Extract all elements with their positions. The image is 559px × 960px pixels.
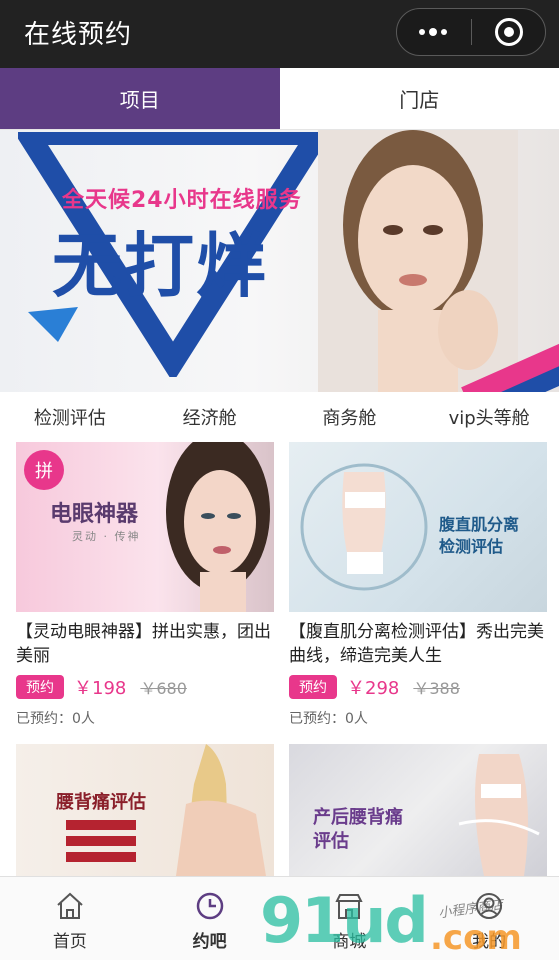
home-icon xyxy=(53,889,87,923)
watermark-logo: 91ud xyxy=(260,884,429,957)
booked-count: 已预约：0人 xyxy=(289,711,368,727)
promo-banner[interactable]: 全天候24小时在线服务 无打烊 xyxy=(0,130,559,392)
category-row: 检测评估 经济舱 商务舱 vip头等舱 xyxy=(0,392,559,442)
close-target-icon[interactable] xyxy=(495,18,523,46)
list-line xyxy=(66,852,136,862)
book-badge[interactable]: 预约 xyxy=(16,675,64,699)
category-business[interactable]: 商务舱 xyxy=(280,392,420,442)
price-row: 预约 ￥298 ￥388 xyxy=(289,674,547,700)
body-figure xyxy=(300,463,428,591)
group-buy-badge: 拼 xyxy=(24,450,64,490)
more-icon[interactable] xyxy=(397,9,469,54)
model-portrait xyxy=(318,130,518,392)
tabbar-label: 约吧 xyxy=(192,932,227,952)
tabbar-item-booking[interactable]: 约吧 xyxy=(140,877,280,960)
list-line xyxy=(66,820,136,830)
product-image-title: 电眼神器 xyxy=(50,502,139,527)
capsule-divider xyxy=(471,19,472,45)
product-name: 【腹直肌分离检测评估】秀出完美曲线，缔造完美人生 xyxy=(289,622,544,666)
tabbar-item-home[interactable]: 首页 xyxy=(0,877,140,960)
category-economy[interactable]: 经济舱 xyxy=(140,392,280,442)
product-image-subtitle: 灵动 · 传神 xyxy=(72,530,141,543)
price-row: 预约 ￥198 ￥680 xyxy=(16,674,274,700)
product-image-title: 腰背痛评估 xyxy=(56,792,146,813)
product-image-title: 腹直肌分离 检测评估 xyxy=(439,515,520,556)
product-card[interactable]: 拼 电眼神器 灵动 · 传神 【灵动电眼神器】拼出实惠，团出美丽 预约 ￥198… xyxy=(16,442,274,728)
original-price: ￥388 xyxy=(413,679,460,698)
list-line xyxy=(66,836,136,846)
product-card[interactable]: 腹直肌分离 检测评估 【腹直肌分离检测评估】秀出完美曲线，缔造完美人生 预约 ￥… xyxy=(289,442,547,728)
product-image: 腰背痛评估 xyxy=(16,744,274,876)
model-portrait xyxy=(166,442,270,612)
navigation-bar: 在线预约 xyxy=(0,0,559,68)
category-assessment[interactable]: 检测评估 xyxy=(0,392,140,442)
booked-count: 已预约：0人 xyxy=(16,711,95,727)
banner-headline: 无打烊 xyxy=(52,225,268,307)
product-image: 腹直肌分离 检测评估 xyxy=(289,442,547,612)
sale-price: ￥198 xyxy=(74,678,127,699)
page-title: 在线预约 xyxy=(24,20,133,50)
top-tabs: 项目 门店 xyxy=(0,68,559,130)
category-vip-first[interactable]: vip头等舱 xyxy=(419,392,559,442)
product-image-title: 产后腰背痛 评估 xyxy=(313,807,403,852)
original-price: ￥680 xyxy=(140,679,187,698)
watermark-suffix: .com xyxy=(430,918,522,958)
clock-icon xyxy=(193,889,227,923)
product-image: 产后腰背痛 评估 xyxy=(289,744,547,876)
model-back xyxy=(176,744,266,876)
body-figure xyxy=(458,754,540,876)
mini-program-capsule xyxy=(396,8,546,56)
product-name: 【灵动电眼神器】拼出实惠，团出美丽 xyxy=(16,622,271,666)
product-image: 拼 电眼神器 灵动 · 传神 xyxy=(16,442,274,612)
product-card[interactable]: 腰背痛评估 xyxy=(16,744,274,876)
tab-stores[interactable]: 门店 xyxy=(279,68,559,129)
tab-projects[interactable]: 项目 xyxy=(0,68,280,129)
product-card[interactable]: 产后腰背痛 评估 xyxy=(289,744,547,876)
sale-price: ￥298 xyxy=(347,678,400,699)
tabbar-label: 首页 xyxy=(52,932,87,952)
book-badge[interactable]: 预约 xyxy=(289,675,337,699)
